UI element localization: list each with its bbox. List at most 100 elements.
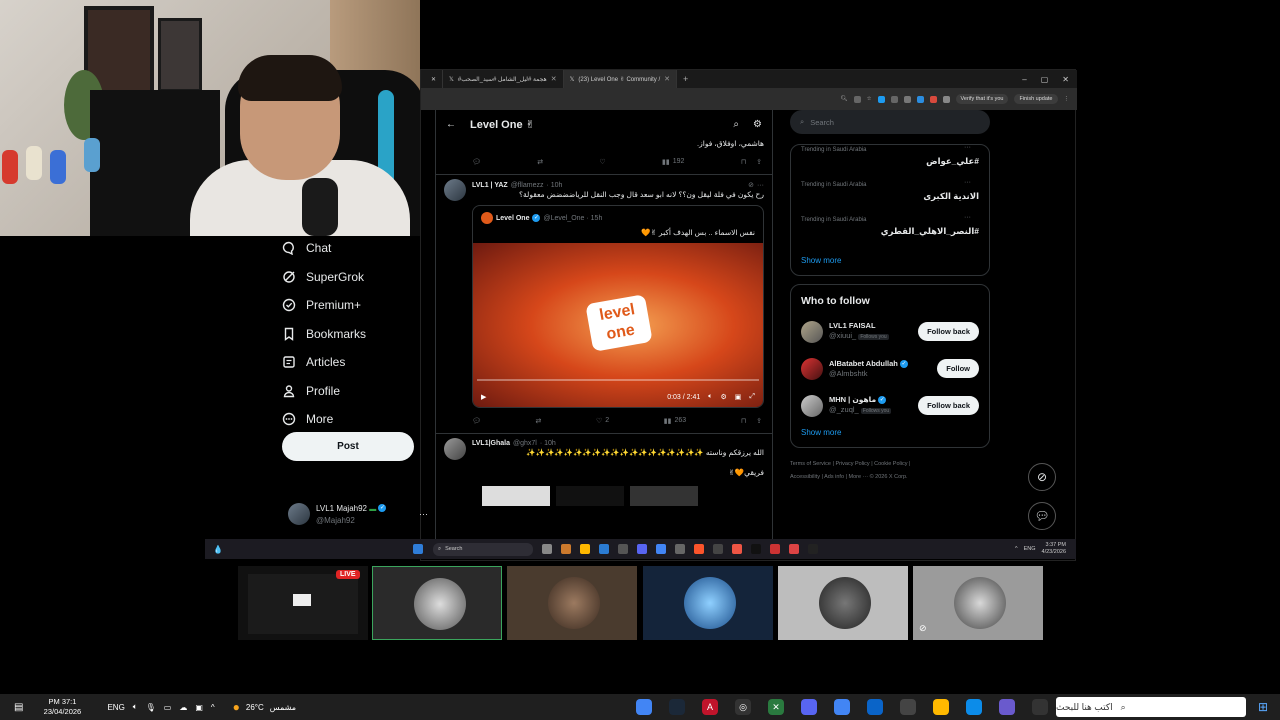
chevron-up-icon[interactable]: ^ [211, 703, 215, 712]
tweet-prev[interactable]: هاشمي، اوفلاق، فواز. [436, 138, 772, 153]
retweet-icon[interactable]: ⇄ [535, 417, 541, 425]
new-tab-button[interactable]: + [677, 74, 694, 84]
more-options-icon[interactable]: ··· [964, 214, 971, 221]
play-icon[interactable]: ▶ [481, 393, 486, 401]
tweet-media[interactable] [482, 486, 764, 506]
share-icon[interactable]: ⇪ [756, 417, 762, 425]
video-progress-bar[interactable] [477, 379, 759, 381]
windows-start-icon[interactable]: ⊞ [1258, 700, 1268, 714]
share-icon[interactable]: ⇪ [756, 158, 762, 166]
views-icon[interactable]: ▮▮ 263 [664, 417, 686, 425]
search-input[interactable]: ⌕ Search [432, 542, 533, 556]
app-icon[interactable] [788, 544, 799, 554]
nav-item-profile[interactable]: Profile [282, 377, 422, 406]
copilot-icon[interactable] [999, 699, 1016, 715]
edge-icon[interactable] [966, 699, 983, 715]
app-icon[interactable] [560, 544, 571, 554]
follow-back-button[interactable]: Follow back [918, 322, 979, 341]
obs-icon[interactable]: ◎ [735, 699, 752, 715]
app-icon[interactable] [769, 544, 780, 554]
reply-icon[interactable]: 💬︎ [472, 158, 481, 166]
extension-icon[interactable] [853, 95, 861, 103]
folder-icon[interactable] [933, 699, 950, 715]
discord-icon[interactable] [636, 544, 647, 554]
media-thumbnail[interactable] [556, 486, 624, 506]
footer-line[interactable]: Accessibility | Ads info | More ··· © 20… [790, 471, 990, 484]
verify-button[interactable]: Verify that it's you [955, 94, 1009, 104]
windows-start-icon[interactable] [412, 544, 423, 554]
nav-item-articles[interactable]: Articles [282, 348, 422, 377]
messages-fab-button[interactable]: 💬︎ [1028, 502, 1056, 530]
volume-icon[interactable]: 🔈︎ [708, 393, 712, 401]
post-button[interactable]: Post [282, 432, 414, 461]
more-options-icon[interactable]: ··· [419, 509, 428, 519]
discord-icon[interactable] [801, 699, 818, 715]
fullscreen-icon[interactable]: ⤢ [749, 393, 755, 401]
app-icon[interactable] [712, 544, 723, 554]
steam-icon[interactable] [669, 699, 686, 715]
media-thumbnail[interactable] [482, 486, 550, 506]
tab-level-one[interactable]: 𝕏 (23) Level One ✌ Community / ✕ [563, 70, 678, 88]
finish-update-button[interactable]: Finish update [1014, 94, 1058, 104]
follow-suggestion[interactable]: LVL1 FAISAL @xiuui_ Follows you Follow b… [801, 313, 979, 350]
participant-tile[interactable] [372, 566, 502, 640]
app-icon[interactable]: A [702, 699, 719, 715]
brave-icon[interactable] [693, 544, 704, 554]
extension-icon[interactable] [877, 95, 885, 103]
nav-item-bookmarks[interactable]: Bookmarks [282, 320, 422, 349]
pip-icon[interactable]: ▣ [735, 393, 742, 401]
participant-tile[interactable] [643, 566, 773, 640]
back-arrow-icon[interactable]: ← [446, 119, 456, 130]
extension-icon[interactable] [942, 95, 950, 103]
extension-icon[interactable] [890, 95, 898, 103]
chevron-up-icon[interactable]: ^ [1015, 546, 1018, 552]
app-icon[interactable] [674, 544, 685, 554]
chrome-icon[interactable] [655, 544, 666, 554]
search-icon[interactable]: ⌕ [733, 119, 739, 130]
app-icon[interactable] [867, 699, 884, 715]
tweet-yaz[interactable]: LVL1 | YAZ @fllamezz · 10h ⊘ ··· رح يكون… [436, 175, 772, 412]
close-icon[interactable]: ✕ [551, 75, 557, 83]
trend-item[interactable]: Trending in Saudi Arabia #النصر_الاهلي_ا… [801, 214, 979, 252]
more-options-icon[interactable]: ··· [964, 179, 971, 186]
like-icon[interactable]: ♡ [599, 158, 605, 166]
more-options-icon[interactable]: ··· [757, 182, 764, 189]
search-input[interactable]: ⌕ اكتب هنا للبحث [1056, 697, 1246, 717]
close-icon[interactable]: ✕ [431, 76, 436, 83]
more-options-icon[interactable]: ··· [964, 144, 971, 151]
trend-item[interactable]: Trending in Saudi Arabia #علي_عواض ··· [801, 144, 979, 182]
cloud-icon[interactable]: ☁ [179, 703, 187, 712]
participant-tile[interactable] [778, 566, 908, 640]
extension-icon[interactable] [929, 95, 937, 103]
views-icon[interactable]: ▮▮ 192 [662, 158, 684, 166]
app-icon[interactable]: ✕ [768, 699, 785, 715]
grok-fab-button[interactable]: ⊘ [1028, 463, 1056, 491]
show-more-link[interactable]: Show more [801, 424, 979, 441]
notification-icon[interactable]: ▤ [14, 702, 23, 713]
tiktok-icon[interactable] [750, 544, 761, 554]
clock[interactable]: PM 37:1 23/04/2026 [27, 697, 97, 717]
nav-item-chat[interactable]: Chat [282, 234, 422, 263]
weather-label[interactable]: مشمس [270, 703, 296, 712]
grok-icon[interactable]: ⊘ [748, 181, 754, 189]
account-switcher[interactable]: LVL1 Majah92 ▬ ✓ @Majah92 ··· [288, 500, 428, 528]
tweet-author[interactable]: LVL1|Ghala [472, 440, 510, 447]
chrome-icon[interactable] [834, 699, 851, 715]
search-input[interactable]: ⌕ Search [790, 110, 990, 134]
tweet-handle[interactable]: @fllamezz [511, 182, 544, 189]
tweet-handle[interactable]: @ghx7l [513, 440, 537, 447]
zoom-icon[interactable]: 🔍︎ [841, 96, 848, 102]
retweet-icon[interactable]: ⇄ [537, 158, 543, 166]
app-tray-icon[interactable]: ▣ [195, 703, 203, 712]
maximize-icon[interactable]: ▢ [1041, 75, 1049, 84]
tweet-ghala[interactable]: LVL1|Ghala @ghx7l · 10h الله يرزقكم وناس… [436, 434, 772, 510]
show-more-link[interactable]: Show more [801, 252, 979, 269]
language-indicator[interactable]: ENG [107, 703, 124, 712]
follow-suggestion[interactable]: AlBatabet Abdullah ✓ @Almbshtk Follow [801, 350, 979, 387]
tab-hashtag[interactable]: 𝕏 #هجمة #ليل_الشامل #سيد_الصحب ✕ [443, 70, 564, 88]
task-view-icon[interactable] [541, 544, 552, 554]
app-icon[interactable] [731, 544, 742, 554]
chrome-icon[interactable] [636, 699, 653, 715]
participant-tile[interactable]: ⊘ [913, 566, 1043, 640]
extension-icon[interactable] [916, 95, 924, 103]
